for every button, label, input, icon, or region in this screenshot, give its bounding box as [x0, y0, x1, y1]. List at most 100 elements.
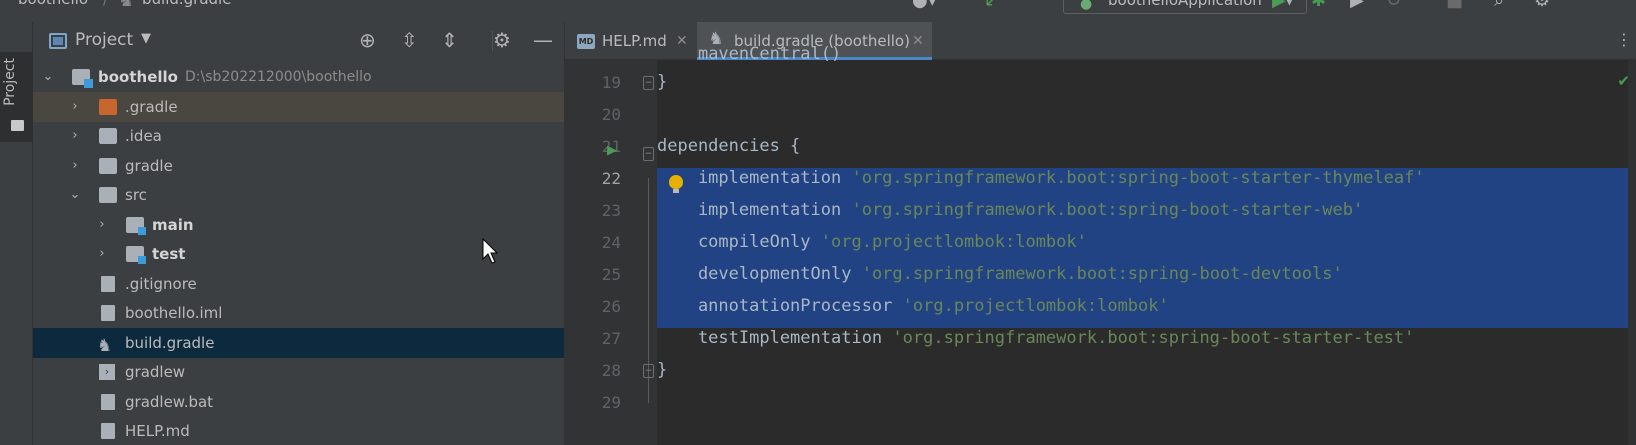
- shell-script-icon: ›: [99, 364, 115, 380]
- hide-panel-icon[interactable]: —: [533, 29, 553, 51]
- tree-item-label: test: [152, 245, 186, 263]
- code-text: }: [657, 360, 668, 380]
- tree-item-gitignore[interactable]: .gitignore: [33, 269, 564, 299]
- code-text: mavenCentral(): [697, 44, 842, 64]
- text-file-icon: [101, 394, 115, 410]
- tree-item-label: gradlew: [125, 363, 186, 381]
- tree-item-gradlew[interactable]: › gradlew: [33, 357, 564, 387]
- code-text: implementation: [657, 200, 852, 220]
- code-editor[interactable]: mavenCentral() } dependencies { implemen…: [657, 44, 1636, 445]
- code-line-26: annotationProcessor 'org.projectlombok:l…: [657, 290, 1169, 322]
- markdown-file-icon: [101, 423, 115, 439]
- line-number: 29: [601, 393, 621, 412]
- folder-icon: [99, 187, 117, 203]
- code-line-19: }: [657, 66, 667, 98]
- editor-gutter: 19 20 21 22 23 24 25 26 27 28 29 − ▶ − −: [565, 60, 657, 445]
- tree-item-idea[interactable]: › .idea: [33, 121, 564, 151]
- code-string: 'org.springframework.boot:spring-boot-st…: [892, 328, 1415, 348]
- code-line-27: testImplementation 'org.springframework.…: [657, 322, 1414, 354]
- debug-icon[interactable]: ✱: [1311, 0, 1326, 10]
- fold-marker-icon[interactable]: −: [643, 76, 654, 90]
- gear-icon[interactable]: ⚙: [493, 29, 511, 51]
- settings-icon[interactable]: ⚙: [1534, 0, 1550, 10]
- lightbulb-icon[interactable]: [669, 175, 683, 193]
- code-string: 'org.springframework.boot:spring-boot-de…: [861, 264, 1343, 284]
- tree-item-main[interactable]: › main: [33, 210, 564, 240]
- tree-item-iml[interactable]: boothello.iml: [33, 298, 564, 328]
- run-gutter-icon[interactable]: ▶: [607, 143, 617, 158]
- code-text: developmentOnly: [657, 264, 862, 284]
- chevron-right-icon[interactable]: ›: [95, 239, 109, 269]
- project-view-icon: [49, 33, 67, 49]
- tree-item-gradle[interactable]: › gradle: [33, 151, 564, 181]
- markdown-file-icon: MD: [577, 34, 595, 49]
- code-text: compileOnly: [657, 232, 821, 252]
- collapse-all-icon[interactable]: ⇕: [441, 29, 458, 51]
- code-line-22: implementation 'org.springframework.boot…: [657, 162, 1425, 194]
- build-hammer-icon[interactable]: ↙: [984, 0, 999, 10]
- profile-icon[interactable]: ↻: [1386, 0, 1401, 10]
- chevron-down-icon: ▼: [1284, 0, 1294, 7]
- line-number: 24: [601, 233, 621, 252]
- close-icon[interactable]: ✕: [912, 22, 924, 60]
- chevron-down-icon[interactable]: ⌄: [68, 180, 82, 210]
- module-folder-icon: [72, 69, 93, 88]
- run-configuration-label: boothelloApplication: [1108, 0, 1262, 9]
- locate-file-icon[interactable]: ⊕: [359, 29, 376, 51]
- project-view-selector[interactable]: Project: [75, 30, 133, 50]
- breadcrumb-project[interactable]: boothello: [18, 0, 88, 8]
- tree-item-path: D:\sb202212000\boothello: [185, 69, 372, 85]
- tree-item-label: src: [125, 186, 147, 204]
- code-text: }: [657, 72, 668, 92]
- chevron-down-icon[interactable]: ⌄: [41, 62, 55, 92]
- line-number: 22: [601, 169, 621, 188]
- chevron-right-icon[interactable]: ›: [68, 92, 82, 122]
- line-number: 23: [601, 201, 621, 220]
- coverage-icon[interactable]: ▶: [1350, 0, 1364, 10]
- tree-item-label: boothello: [98, 68, 178, 86]
- breadcrumb-file[interactable]: build.gradle: [142, 0, 231, 8]
- navigation-bar: boothello / ♞ build.gradle ●▾ ↙ ● boothe…: [0, 0, 1636, 22]
- chevron-down-icon[interactable]: ▼: [141, 31, 151, 46]
- code-text: annotationProcessor: [657, 296, 903, 316]
- spring-boot-icon: ●: [1080, 0, 1093, 12]
- more-tabs-icon[interactable]: ⋮: [1616, 30, 1632, 49]
- search-icon[interactable]: ⌕: [1494, 0, 1504, 10]
- stop-icon[interactable]: ■: [1446, 0, 1463, 10]
- tree-item-src[interactable]: ⌄ src: [33, 180, 564, 210]
- editor-scrollbar[interactable]: [1628, 60, 1636, 445]
- chevron-right-icon[interactable]: ›: [95, 210, 109, 240]
- run-configuration-selector[interactable]: ● boothelloApplication ▼: [1063, 0, 1307, 14]
- folder-icon: [11, 120, 24, 131]
- gradle-icon: ♞: [118, 0, 135, 11]
- expand-all-icon[interactable]: ⇳: [401, 29, 418, 51]
- editor-area: MD HELP.md ✕ ♞ build.gradle (boothello) …: [565, 22, 1636, 445]
- fold-marker-icon[interactable]: −: [643, 147, 654, 161]
- code-line-23: implementation 'org.springframework.boot…: [657, 194, 1363, 226]
- tree-item-gradlew-bat[interactable]: gradlew.bat: [33, 387, 564, 417]
- chevron-right-icon[interactable]: ›: [68, 151, 82, 181]
- project-panel: Project ▼ ⊕ ⇳ ⇕ ⚙ — ⌄ boothello D:\sb202…: [33, 22, 565, 445]
- tree-item-gradle-hidden[interactable]: › .gradle: [33, 92, 564, 122]
- tree-item-label: main: [152, 216, 194, 234]
- code-line-28: }: [657, 354, 667, 386]
- tree-item-build-gradle[interactable]: ♞ build.gradle: [33, 328, 564, 358]
- run-icon[interactable]: ▶: [1272, 0, 1286, 10]
- project-tool-window-button[interactable]: Project: [0, 52, 33, 142]
- module-file-icon: [101, 305, 115, 321]
- file-icon: [101, 276, 115, 292]
- tree-item-help[interactable]: HELP.md: [33, 416, 564, 445]
- code-line-cropped: mavenCentral(): [657, 38, 841, 70]
- fold-marker-icon[interactable]: −: [643, 364, 654, 378]
- tree-item-label: .gradle: [125, 98, 178, 116]
- tree-item-root[interactable]: ⌄ boothello D:\sb202212000\boothello: [33, 62, 564, 92]
- tree-item-label: HELP.md: [125, 422, 190, 440]
- code-string: 'org.projectlombok:lombok': [820, 232, 1087, 252]
- project-tool-window-label: Project: [2, 58, 18, 106]
- tree-item-label: boothello.iml: [125, 304, 223, 322]
- chevron-right-icon[interactable]: ›: [68, 121, 82, 151]
- tree-item-label: .idea: [125, 127, 162, 145]
- code-line-24: compileOnly 'org.projectlombok:lombok': [657, 226, 1087, 258]
- user-icon[interactable]: ●▾: [912, 0, 937, 10]
- tree-item-label: build.gradle: [125, 334, 215, 352]
